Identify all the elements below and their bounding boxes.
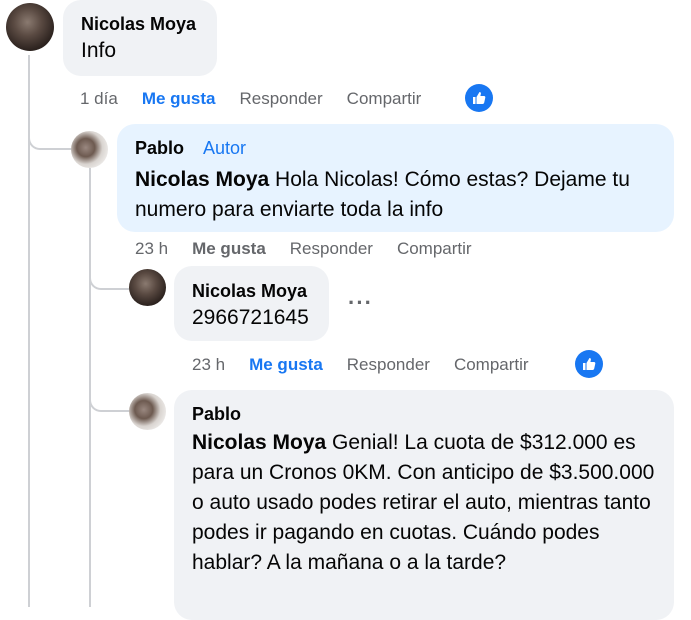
avatar[interactable] (129, 269, 166, 306)
avatar[interactable] (129, 393, 166, 430)
thumbs-up-icon[interactable] (465, 84, 493, 112)
share-button[interactable]: Compartir (347, 89, 422, 109)
more-options-icon[interactable]: ··· (348, 290, 373, 316)
mention-link[interactable]: Nicolas Moya (192, 431, 326, 454)
comment-bubble: Pablo Nicolas Moya Genial! La cuota de $… (174, 390, 674, 620)
comment-header: Pablo Autor (135, 138, 246, 159)
comment-author[interactable]: Nicolas Moya (81, 14, 196, 35)
like-button[interactable]: Me gusta (192, 239, 266, 259)
reply-button[interactable]: Responder (347, 355, 430, 375)
reply-button[interactable]: Responder (240, 89, 323, 109)
avatar[interactable] (71, 131, 108, 168)
thumbs-up-icon[interactable] (575, 350, 603, 378)
comment-time[interactable]: 1 día (80, 89, 118, 109)
share-button[interactable]: Compartir (454, 355, 529, 375)
reply-button[interactable]: Responder (290, 239, 373, 259)
comment-author[interactable]: Pablo (192, 404, 241, 425)
comment-text: Nicolas Moya Genial! La cuota de $312.00… (192, 428, 662, 578)
comment-author[interactable]: Nicolas Moya (192, 281, 307, 302)
comment-time[interactable]: 23 h (192, 355, 225, 375)
thread-line-sub (89, 168, 91, 607)
comment-author[interactable]: Pablo (135, 138, 184, 158)
comment-actions: 23 h Me gusta Responder Compartir (135, 238, 472, 260)
thread-branch-1 (28, 130, 74, 150)
like-button[interactable]: Me gusta (249, 355, 323, 375)
comment-text: Nicolas Moya Hola Nicolas! Cómo estas? D… (135, 165, 665, 225)
comment-time[interactable]: 23 h (135, 239, 168, 259)
comment-bubble: Nicolas Moya Info (63, 0, 217, 76)
comment-text: Info (81, 39, 117, 62)
comment-actions: 23 h Me gusta Responder Compartir (192, 354, 529, 376)
share-button[interactable]: Compartir (397, 239, 472, 259)
mention-link[interactable]: Nicolas Moya (135, 168, 269, 191)
author-badge: Autor (203, 138, 247, 158)
thread-branch-3 (89, 392, 131, 412)
comment-bubble: Pablo Autor Nicolas Moya Hola Nicolas! C… (117, 124, 674, 232)
thread-branch-2 (89, 270, 131, 290)
like-button[interactable]: Me gusta (142, 89, 216, 109)
comment-bubble: Nicolas Moya 2966721645 (174, 266, 329, 341)
comment-text: 2966721645 (192, 306, 309, 329)
comment-actions: 1 día Me gusta Responder Compartir (80, 88, 421, 110)
avatar[interactable] (6, 3, 54, 51)
